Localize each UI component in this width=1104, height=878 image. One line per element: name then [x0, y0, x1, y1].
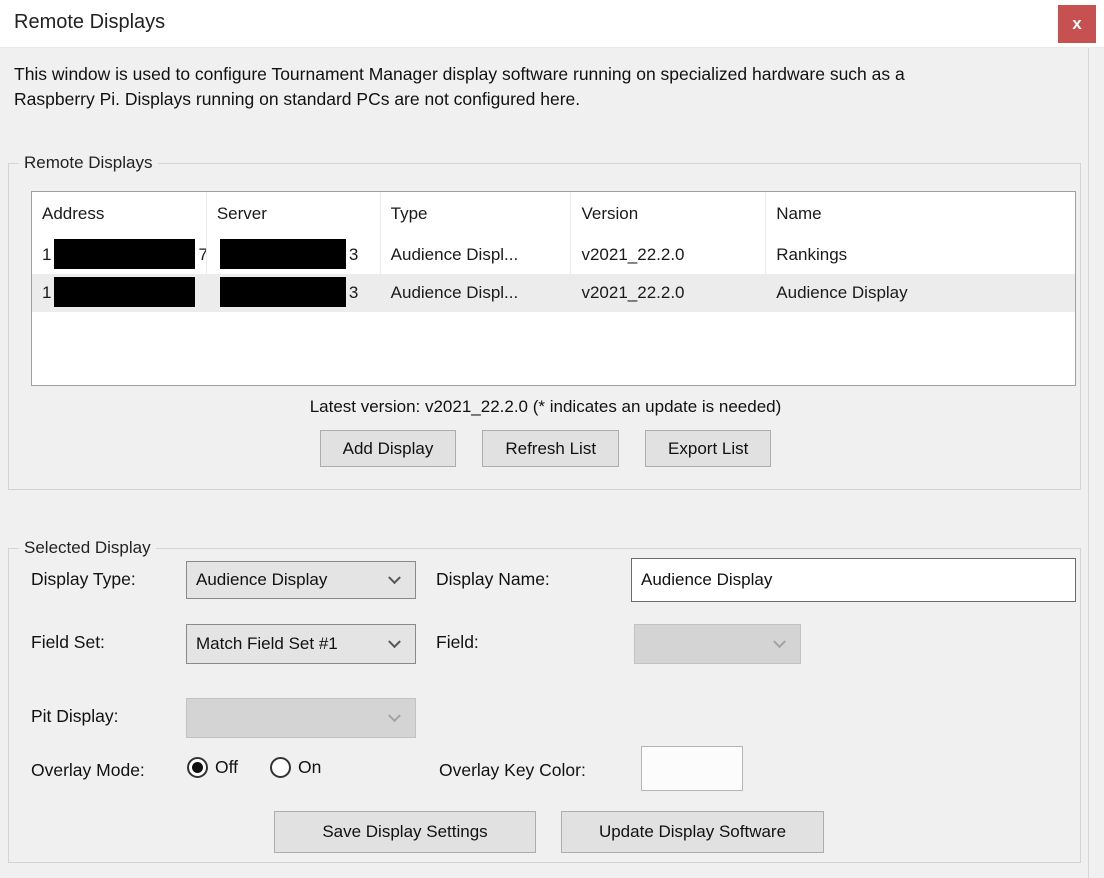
- cell-type: Audience Displ...: [381, 236, 572, 274]
- redaction-black-box: [220, 277, 346, 307]
- table-row-selected[interactable]: 1 3 Audience Displ... v2021_22.2.0 Audie…: [32, 274, 1075, 312]
- redaction-black-box: [54, 277, 195, 307]
- title-bar: Remote Displays x: [0, 0, 1104, 48]
- table-header-row: Address Server Type Version Name: [32, 192, 1075, 236]
- display-type-dropdown[interactable]: Audience Display: [186, 561, 416, 599]
- update-display-software-button[interactable]: Update Display Software: [561, 811, 824, 853]
- server-visible-suffix: 3: [349, 283, 358, 302]
- redaction-black-box: [54, 239, 195, 269]
- overlay-mode-label: Overlay Mode:: [31, 760, 145, 781]
- address-visible-prefix: 1: [42, 245, 51, 264]
- field-dropdown-disabled: [634, 624, 801, 664]
- pit-display-dropdown-disabled: [186, 698, 416, 738]
- column-header-server[interactable]: Server: [207, 192, 381, 236]
- chevron-down-icon: [388, 572, 401, 585]
- selected-display-groupbox: Selected Display Display Type: Audience …: [8, 548, 1081, 863]
- window-right-border: [1088, 48, 1089, 878]
- field-set-value: Match Field Set #1: [196, 634, 338, 654]
- overlay-mode-on-radio[interactable]: On: [270, 757, 321, 778]
- display-type-value: Audience Display: [196, 570, 327, 590]
- overlay-on-label: On: [298, 757, 321, 778]
- column-header-version[interactable]: Version: [571, 192, 766, 236]
- field-set-dropdown[interactable]: Match Field Set #1: [186, 624, 416, 664]
- overlay-off-label: Off: [215, 757, 238, 778]
- cell-version: v2021_22.2.0: [571, 236, 766, 274]
- column-header-name[interactable]: Name: [766, 192, 1075, 236]
- chevron-down-icon: [388, 636, 401, 649]
- overlay-key-color-label: Overlay Key Color:: [439, 760, 586, 781]
- radio-unselected-icon: [270, 757, 291, 778]
- save-display-settings-button[interactable]: Save Display Settings: [274, 811, 536, 853]
- remote-displays-table[interactable]: Address Server Type Version Name 17 3 Au…: [31, 191, 1076, 386]
- cell-version: v2021_22.2.0: [571, 274, 766, 312]
- cell-server: 3: [207, 274, 381, 312]
- description-line-1: This window is used to configure Tournam…: [14, 62, 1084, 87]
- description-text: This window is used to configure Tournam…: [14, 62, 1084, 112]
- field-label: Field:: [436, 632, 479, 653]
- cell-address: 17: [32, 236, 207, 274]
- table-button-row: Add Display Refresh List Export List: [9, 430, 1082, 467]
- close-button[interactable]: x: [1058, 5, 1096, 43]
- remote-displays-groupbox: Remote Displays Address Server Type Vers…: [8, 163, 1081, 490]
- address-visible-prefix: 1: [42, 283, 51, 302]
- redaction-black-box: [220, 239, 346, 269]
- address-visible-suffix: 7: [198, 245, 206, 264]
- overlay-key-color-swatch[interactable]: [641, 746, 743, 791]
- pit-display-label: Pit Display:: [31, 706, 119, 727]
- chevron-down-icon: [388, 710, 401, 723]
- cell-name: Rankings: [766, 236, 1075, 274]
- cell-address: 1: [32, 274, 207, 312]
- overlay-mode-off-radio[interactable]: Off: [187, 757, 238, 778]
- display-name-label: Display Name:: [436, 569, 550, 590]
- display-name-input[interactable]: [631, 558, 1076, 602]
- export-list-button[interactable]: Export List: [645, 430, 771, 467]
- chevron-down-icon: [773, 636, 786, 649]
- radio-dot: [192, 762, 203, 773]
- cell-type: Audience Displ...: [381, 274, 572, 312]
- description-line-2: Raspberry Pi. Displays running on standa…: [14, 87, 1084, 112]
- display-type-label: Display Type:: [31, 569, 136, 590]
- remote-displays-group-label: Remote Displays: [19, 153, 158, 173]
- radio-selected-icon: [187, 757, 208, 778]
- window-title: Remote Displays: [14, 11, 165, 34]
- selected-display-group-label: Selected Display: [19, 538, 156, 558]
- server-visible-suffix: 3: [349, 245, 358, 264]
- add-display-button[interactable]: Add Display: [320, 430, 457, 467]
- table-row[interactable]: 17 3 Audience Displ... v2021_22.2.0 Rank…: [32, 236, 1075, 274]
- column-header-type[interactable]: Type: [381, 192, 572, 236]
- cell-server: 3: [207, 236, 381, 274]
- column-header-address[interactable]: Address: [32, 192, 207, 236]
- cell-name: Audience Display: [766, 274, 1075, 312]
- latest-version-note: Latest version: v2021_22.2.0 (* indicate…: [9, 397, 1082, 417]
- refresh-list-button[interactable]: Refresh List: [482, 430, 619, 467]
- field-set-label: Field Set:: [31, 632, 105, 653]
